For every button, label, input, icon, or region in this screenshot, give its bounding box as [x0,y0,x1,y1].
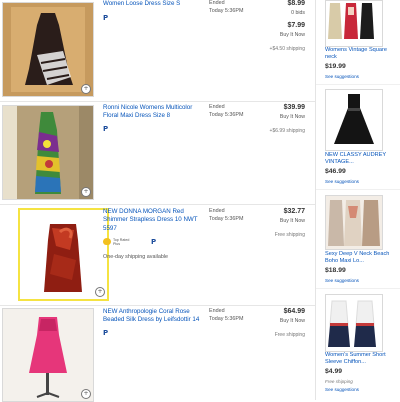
buy-it-now-label: Buy It Now [279,114,305,120]
dress-photo [326,295,382,351]
zoom-icon[interactable]: + [81,84,91,94]
listing-price: $8.99 [287,0,305,7]
suggestion-image[interactable] [325,0,383,47]
buy-it-now-price: $7.99 [287,22,305,29]
listing-status: Ended [209,104,225,110]
dress-photo [3,3,93,96]
suggestion-price: $19.99 [325,63,346,70]
suggestion-price: $46.99 [325,168,346,175]
sidebar-divider [316,189,400,190]
paypal-icon: P [103,125,109,133]
search-results: + Women Loose Dress Size S P Ended Today… [0,0,315,402]
paypal-icon: P [103,14,109,22]
buy-it-now-price: $64.99 [283,308,305,315]
top-rated-plus-icon [103,238,111,245]
buy-it-now-label: Buy It Now [279,318,305,324]
shipping-cost: Free shipping [274,232,305,238]
suggestion-price: $4.99 [325,368,343,375]
dress-photo [20,210,107,299]
one-day-shipping: One-day shipping available [103,254,169,260]
listing-end-time: Today 5:36PM [209,8,244,14]
dress-photo [3,309,93,401]
buy-it-now-price: $32.77 [283,208,305,215]
paypal-icon: P [151,238,157,246]
listing-status: Ended [209,308,225,314]
listing-status: Ended [209,0,225,6]
listing-row: + NEW Anthropologie Coral Rose Beaded Si… [0,306,315,402]
listing-end-time: Today 5:36PM [209,216,244,222]
listing-title[interactable]: Ronni Nicole Womens Multicolor Floral Ma… [103,104,203,121]
suggestion-title[interactable]: Womens Vintage Square neck [325,47,395,61]
shipping-cost: Free shipping [274,332,305,338]
see-suggestions-link[interactable]: See suggestions [325,278,359,283]
suggestion-shipping: Free shipping [325,379,353,384]
suggestion-price: $18.99 [325,267,346,274]
sidebar-divider [316,84,400,85]
listing-end-time: Today 5:36PM [209,316,244,322]
buy-it-now-label: Buy It Now [279,32,305,38]
suggestion-title[interactable]: Women's Summer Short Sleeve Chiffon... [325,352,395,366]
suggestions-sidebar: Womens Vintage Square neck $19.99 See su… [315,0,400,400]
listing-title[interactable]: NEW DONNA MORGAN Red Shimmer Strapless D… [103,208,203,233]
buy-it-now-price: $39.99 [283,104,305,111]
shipping-cost: +$4.50 shipping [269,46,305,52]
listing-status: Ended [209,208,225,214]
listing-title[interactable]: Women Loose Dress Size S [103,0,203,8]
top-rated-plus-label: Top Rated Plus [113,238,130,246]
listing-end-time: Today 5:36PM [209,112,244,118]
paypal-icon: P [103,329,109,337]
suggestion-title[interactable]: Sexy Deep V Neck Beach Boho Maxi Lo... [325,251,395,265]
dress-photo [326,196,382,249]
listing-image[interactable]: + [2,105,94,200]
shipping-cost: +$6.99 shipping [269,128,305,134]
see-suggestions-link[interactable]: See suggestions [325,179,359,184]
see-suggestions-link[interactable]: See suggestions [325,74,359,79]
bid-count: 0 bids [291,10,305,16]
zoom-icon[interactable]: + [81,389,91,399]
suggestion-title[interactable]: NEW CLASSY AUDREY VINTAGE... [325,152,395,166]
zoom-icon[interactable]: + [95,287,105,297]
dress-photo [326,90,382,150]
listing-image[interactable]: + [2,2,94,97]
listing-title[interactable]: NEW Anthropologie Coral Rose Beaded Silk… [103,308,203,325]
see-suggestions-link[interactable]: See suggestions [325,387,359,392]
dress-photo [326,1,382,46]
listing-image[interactable]: + [18,208,109,301]
dress-photo [3,106,93,199]
listing-image[interactable]: + [2,308,94,402]
listing-row: + Ronni Nicole Womens Multicolor Floral … [0,102,315,202]
suggestion-image[interactable] [325,294,383,352]
sidebar-divider [316,288,400,289]
listing-row: + Women Loose Dress Size S P Ended Today… [0,0,315,100]
suggestion-image[interactable] [325,195,383,250]
zoom-icon[interactable]: + [81,187,91,197]
suggestion-image[interactable] [325,89,383,151]
buy-it-now-label: Buy It Now [279,218,305,224]
listing-row: + NEW DONNA MORGAN Red Shimmer Strapless… [0,205,315,305]
